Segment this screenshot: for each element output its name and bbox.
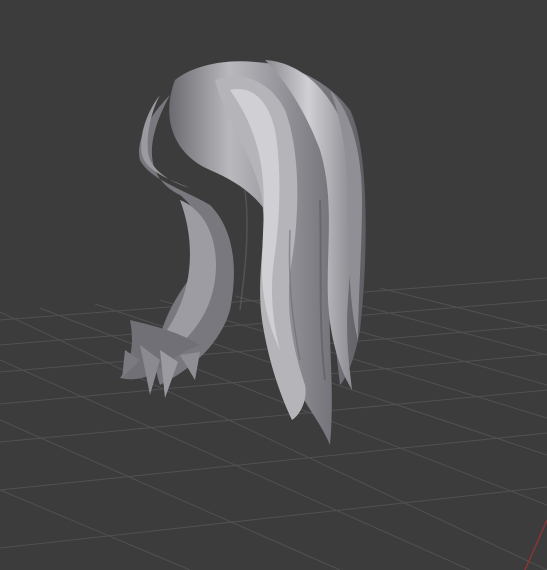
3d-viewport[interactable] — [0, 0, 547, 570]
x-axis-line — [524, 519, 547, 570]
viewport-canvas[interactable] — [0, 0, 547, 570]
